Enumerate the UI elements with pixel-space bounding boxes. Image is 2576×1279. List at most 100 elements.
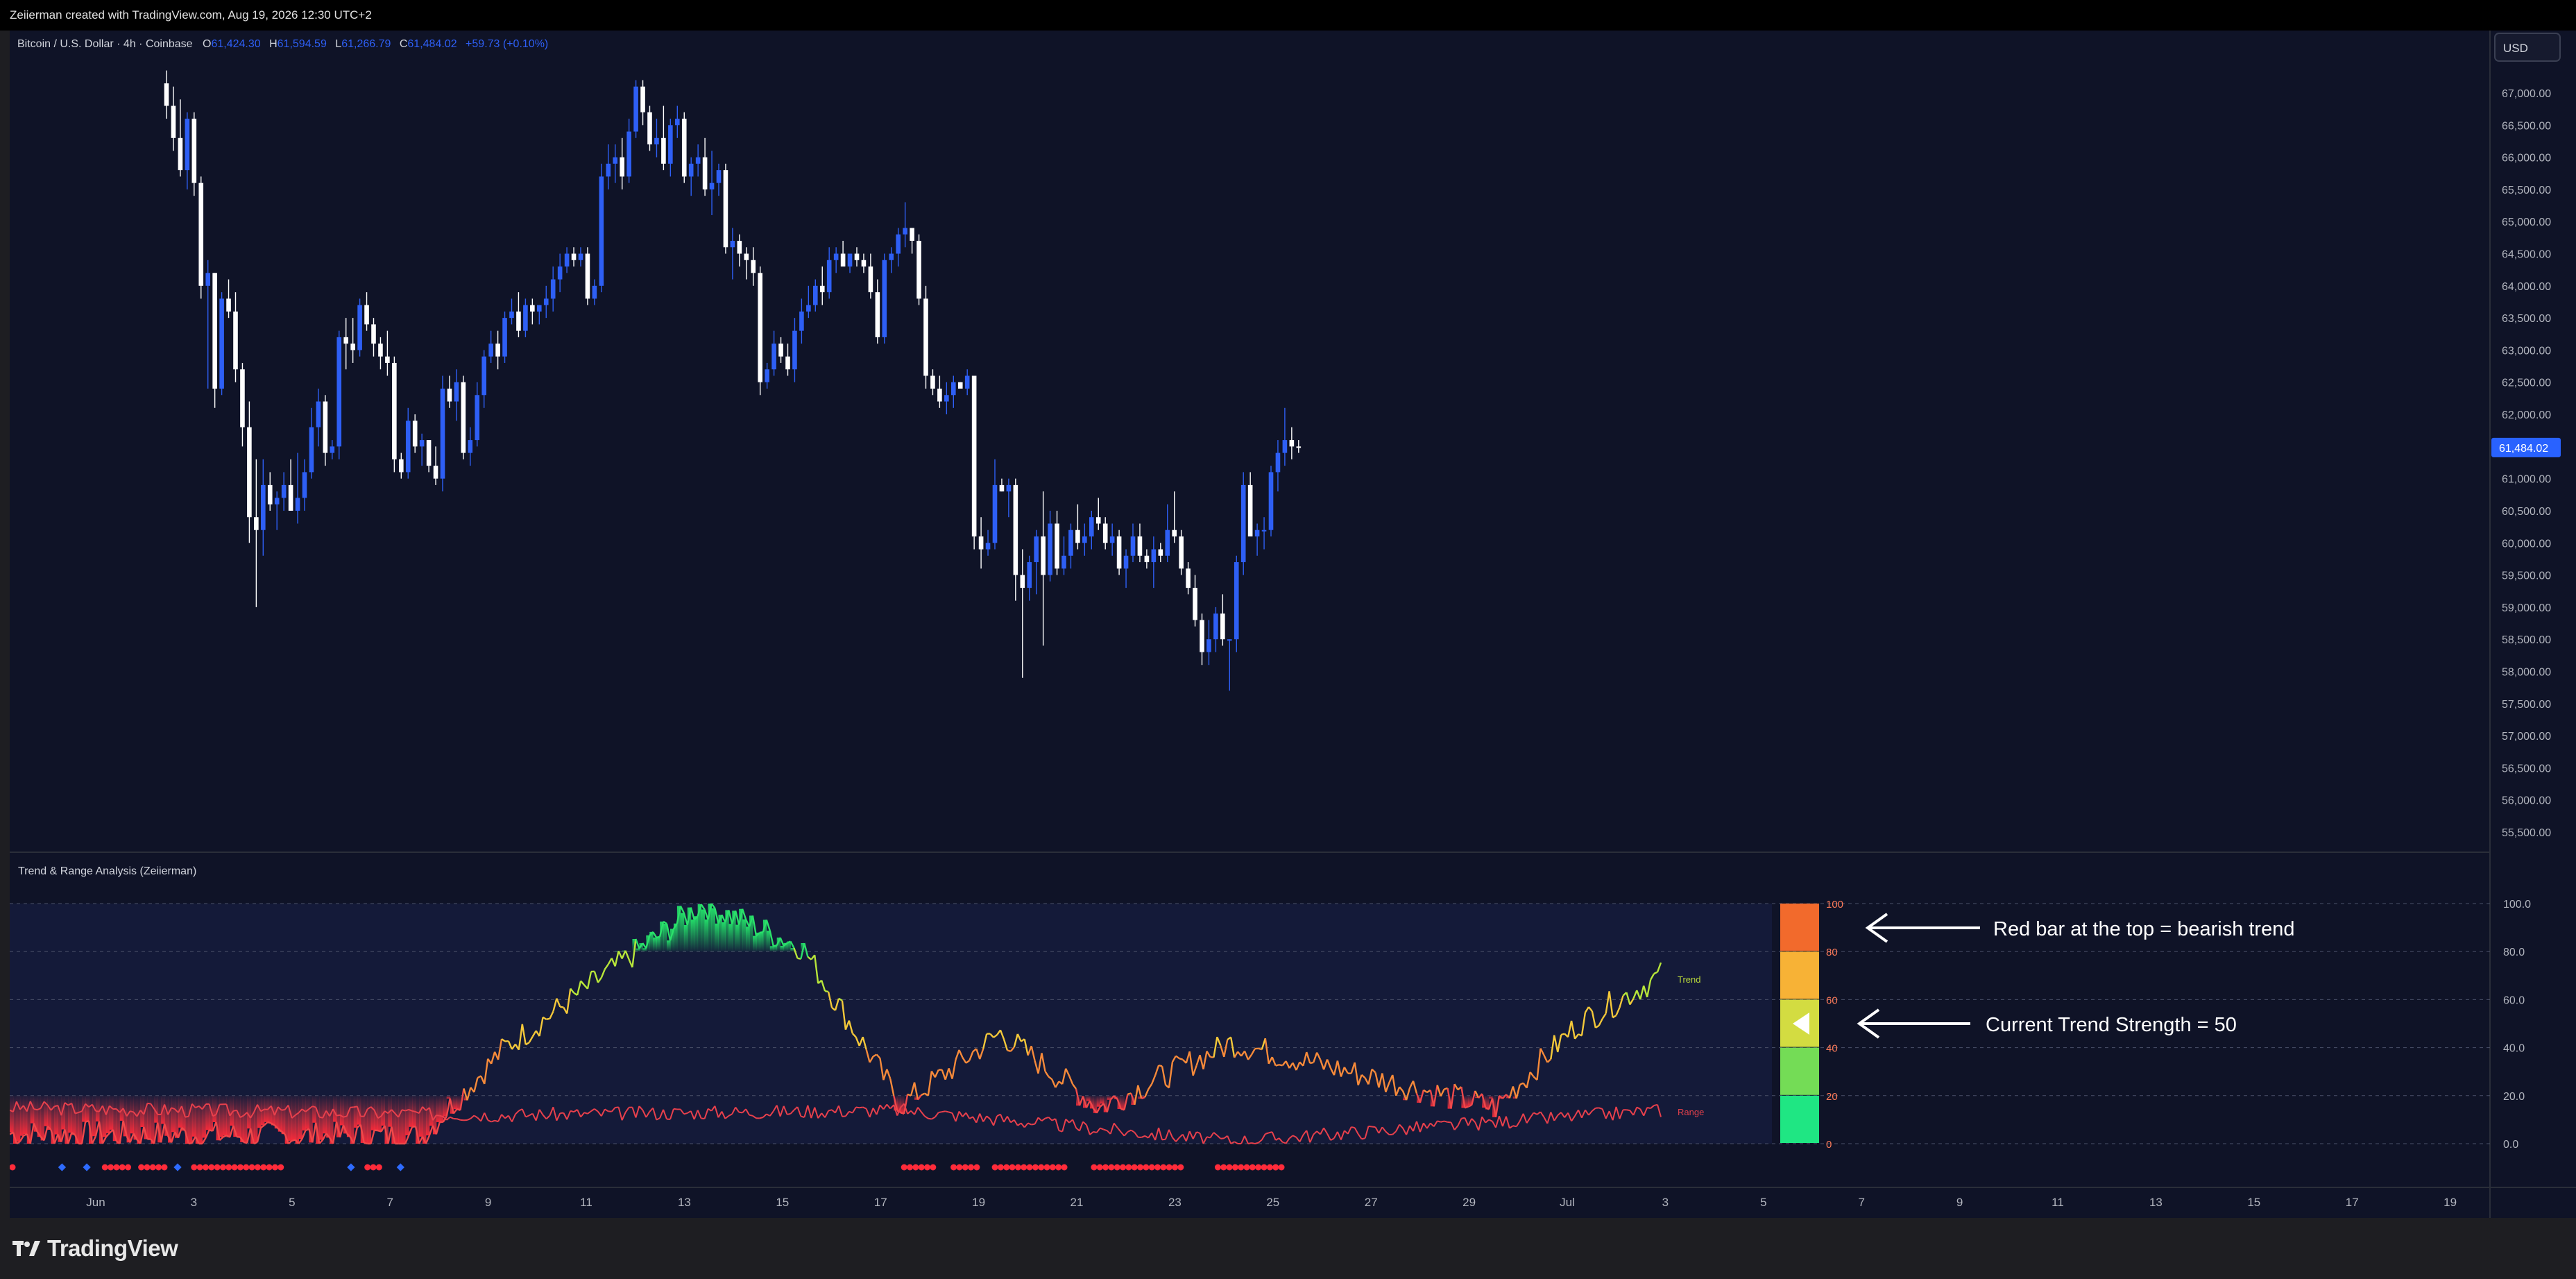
bearish-dot [973,1164,980,1171]
bearish-fill [302,1095,306,1130]
candle-body [578,253,583,260]
bearish-fill [109,1095,114,1130]
gauge-tick-label: 0 [1826,1139,1832,1151]
range-line-segment [1251,1142,1256,1144]
bearish-dot [1055,1164,1062,1171]
candle-body [971,375,977,536]
bearish-dot [254,1164,261,1171]
bullish-fill [766,931,771,952]
currency-button[interactable]: USD [2494,33,2561,62]
currency-label[interactable]: USD [2503,42,2528,55]
trend-line-segment [1309,1061,1314,1065]
bearish-fill [23,1095,28,1135]
bearish-fill [175,1095,179,1138]
bearish-dot [214,1164,221,1171]
price-tick-label: 66,000.00 [2502,153,2551,164]
candle-body [999,484,1005,492]
bearish-dot [1061,1164,1068,1171]
bullish-fill [711,908,715,952]
candle-body [1068,530,1073,556]
candle-body [702,157,708,189]
bearish-fill [295,1095,299,1144]
chart-frame[interactable]: 67,000.00 66,500.00 66,000.00 65,500.00 65,0… [9,31,2576,1218]
bearish-fill [244,1095,248,1144]
bearish-dot [196,1164,203,1171]
price-tick-label: 55,500.00 [2502,827,2551,839]
candle-body [744,253,749,260]
candle-body [668,125,673,164]
range-line-segment [1361,1137,1365,1140]
candle-body [910,228,914,241]
legend-line: Bitcoin / U.S. Dollar · 4h · Coinbase O6… [17,38,548,50]
candle-body [1055,523,1059,569]
chart-canvas[interactable]: 67,000.00 66,500.00 66,000.00 65,500.00 65,0… [9,31,2576,1218]
price-axis: 67,000.00 66,500.00 66,000.00 65,500.00 65,0… [2502,88,2551,839]
range-line-segment [336,1114,341,1117]
candle-body [1220,613,1225,640]
price-tick-label: 60,000.00 [2502,538,2551,550]
bearish-dot [237,1164,244,1171]
candle-body [502,318,507,357]
bullish-fill [769,946,774,952]
legend-h-label: H [269,38,278,50]
tradingview-logo[interactable]: TradingView [12,1233,178,1264]
bearish-fill [333,1095,337,1122]
bearish-dot [231,1164,238,1171]
candle-body [592,285,597,299]
bullish-fill [656,936,660,952]
trend-line-segment [1464,1106,1469,1109]
candle-body [964,375,970,389]
candle-body [392,362,397,459]
candle-body [475,395,480,441]
last-price-tag: 61,484.02 [2491,437,2561,457]
bearish-fill [254,1095,258,1142]
candle-body [1130,536,1136,556]
bearish-dot [1038,1164,1045,1171]
bearish-fill [116,1095,121,1144]
candle-body [647,112,652,145]
candle-body [1027,562,1032,588]
candle-body [1275,452,1281,473]
candle-body [364,305,369,325]
range-line-segment [1254,1142,1259,1144]
range-line-segment [343,1115,348,1118]
candle-body [1102,523,1108,543]
bullish-fill [746,926,750,952]
candle-body [330,446,335,453]
range-line-segment [787,1112,791,1115]
bearish-fill [130,1095,134,1134]
bearish-fill [30,1095,35,1124]
price-tick-label: 61,000.00 [2502,474,2551,486]
candle-body [620,157,624,177]
bearish-dot [1108,1164,1115,1171]
time-axis-label: 25 [1266,1196,1279,1209]
time-axis[interactable]: Jun 3 5 7 9 11 13 15 17 19 21 23 25 27 29 Jul 3 5 7 9 11 13 15… [86,1196,2457,1209]
trend-line-segment [773,945,777,947]
bullish-fill [780,945,785,952]
bearish-fill [226,1095,230,1137]
candle-body [1041,536,1046,575]
time-axis-label: 23 [1168,1196,1182,1209]
trend-line-segment [1179,1058,1184,1060]
tradingview-logo-icon [12,1241,40,1256]
bearish-dot [1003,1164,1010,1171]
legend-l-value: 61,266.79 [341,38,391,50]
candle-body [1158,549,1163,556]
price-tick-label: 64,500.00 [2502,249,2551,261]
candle-body [875,292,880,337]
bearish-fill [281,1095,286,1135]
trend-line-segment [824,990,829,993]
bearish-fill [1086,1095,1091,1101]
range-line-segment [1368,1125,1372,1128]
candle-body [309,427,314,473]
candle-body [640,86,645,112]
bearish-dot [956,1164,963,1171]
time-axis-label: 9 [485,1196,491,1209]
price-pane[interactable] [10,31,2490,852]
bearish-dot [930,1164,937,1171]
range-line-segment [739,1111,743,1114]
time-axis-label: 7 [386,1196,393,1209]
bearish-dot [375,1164,382,1171]
time-axis-label: 7 [1858,1196,1864,1209]
candle-body [992,484,998,543]
